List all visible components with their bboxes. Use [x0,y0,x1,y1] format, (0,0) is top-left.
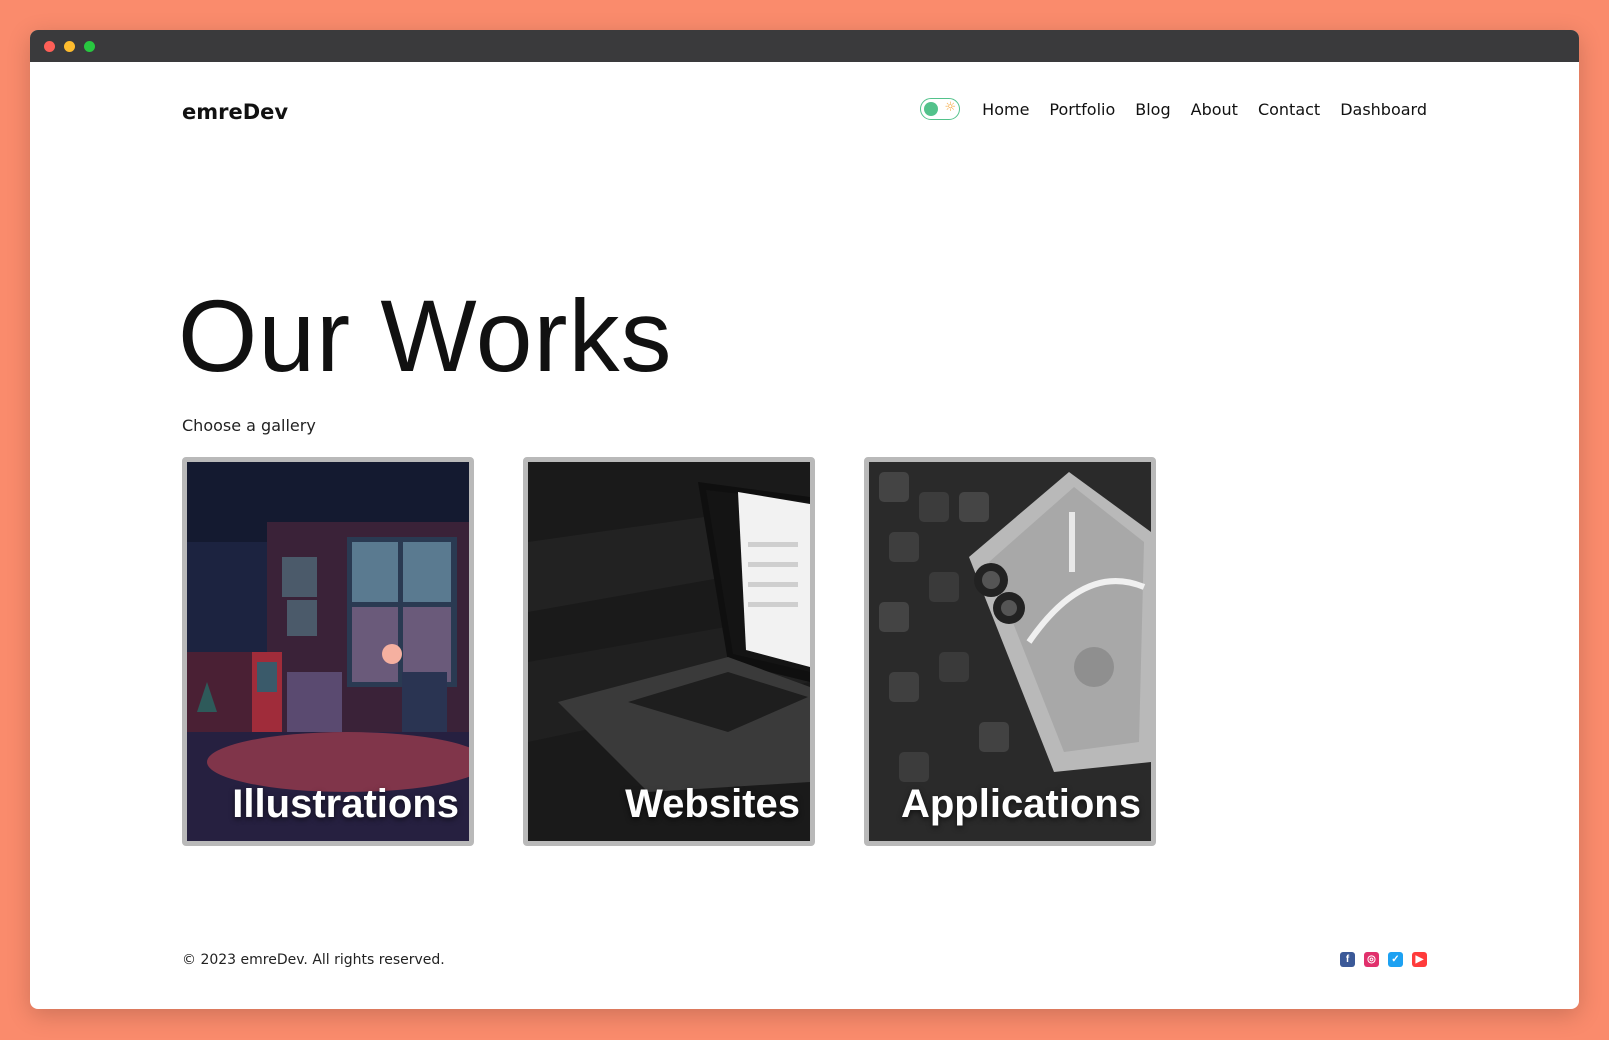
nav-link-portfolio[interactable]: Portfolio [1049,100,1115,119]
gallery-card-applications[interactable]: Applications [864,457,1156,846]
facebook-icon[interactable]: f [1340,952,1355,967]
nav-link-blog[interactable]: Blog [1135,100,1170,119]
page-subtitle: Choose a gallery [182,416,316,435]
toggle-knob [924,102,939,116]
window-titlebar [30,30,1579,62]
gallery-label: Applications [900,782,1141,826]
sun-icon: ☼ [944,100,957,115]
gallery-card-illustrations[interactable]: Illustrations [182,457,474,846]
gallery-card-websites[interactable]: Websites [523,457,815,846]
minimize-window-button[interactable] [64,41,75,52]
nav-link-home[interactable]: Home [982,100,1029,119]
nav-link-dashboard[interactable]: Dashboard [1340,100,1427,119]
gallery-cards: Illustrations Websites Applications [182,457,1156,846]
main-nav: ☼ Home Portfolio Blog About Contact Dash… [920,98,1427,120]
gallery-label: Websites [625,782,800,826]
copyright-text: © 2023 emreDev. All rights reserved. [182,952,445,968]
social-links: f ◎ ✓ ▶ [1340,952,1427,967]
theme-toggle[interactable]: ☼ [920,98,961,120]
youtube-icon[interactable]: ▶ [1412,952,1427,967]
maximize-window-button[interactable] [84,41,95,52]
twitter-icon[interactable]: ✓ [1388,952,1403,967]
gallery-label: Illustrations [232,782,459,826]
instagram-icon[interactable]: ◎ [1364,952,1379,967]
close-window-button[interactable] [44,41,55,52]
nav-link-about[interactable]: About [1191,100,1238,119]
nav-link-contact[interactable]: Contact [1258,100,1320,119]
browser-window: emreDev ☼ Home Portfolio Blog About Cont… [30,30,1579,1009]
site-logo[interactable]: emreDev [182,100,288,124]
page-title: Our Works [178,279,673,393]
